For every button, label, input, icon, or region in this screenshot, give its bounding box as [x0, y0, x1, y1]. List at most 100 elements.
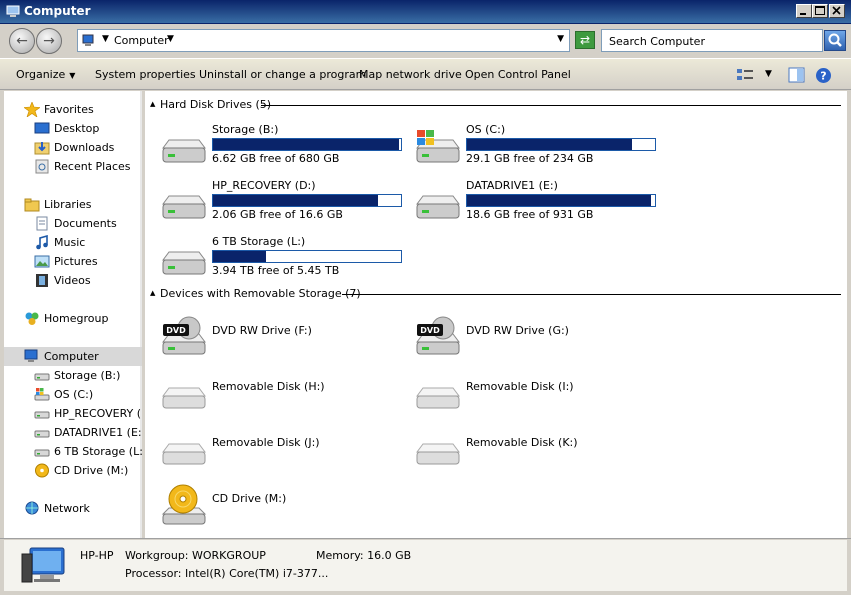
drive-name: Removable Disk (I:) [466, 380, 574, 393]
removable-disk-icon [416, 387, 460, 409]
star-icon [24, 102, 40, 117]
nav-downloads-label: Downloads [54, 141, 115, 154]
preview-pane-button[interactable] [788, 67, 805, 86]
drive-name: Removable Disk (J:) [212, 436, 320, 449]
maximize-icon [815, 6, 825, 15]
removable-disk-icon [162, 443, 206, 465]
nav-network-label: Network [44, 502, 90, 515]
drive-tile-f[interactable]: DVD DVD RW Drive (F:) [145, 310, 395, 364]
address-bar[interactable]: ▼ Computer ▼ ▼ [77, 29, 570, 52]
close-button[interactable] [829, 4, 845, 18]
nav-desktop-label: Desktop [54, 122, 100, 135]
drive-tile-j[interactable]: Removable Disk (J:) [145, 422, 395, 476]
drive-tile-e[interactable]: DATADRIVE1 (E:) 18.6 GB free of 931 GB [399, 178, 656, 232]
navigation-pane: Favorites Desktop Downloads Recent Place… [4, 91, 142, 538]
hard-drive-icon [162, 195, 206, 219]
breadcrumb-separator-icon[interactable]: ▼ [102, 34, 109, 44]
drive-name: 6 TB Storage (L:) [212, 235, 306, 248]
search-input[interactable]: Search Computer [601, 29, 823, 52]
drive-name: HP_RECOVERY (D:) [212, 179, 316, 192]
nav-libraries[interactable]: Libraries [4, 195, 142, 214]
nav-documents-label: Documents [54, 217, 117, 230]
view-dropdown-icon[interactable]: ▼ [765, 69, 772, 79]
help-button[interactable]: ? [815, 67, 832, 87]
address-row: ← → ▼ Computer ▼ ▼ ⇄ Search Computer [0, 24, 851, 58]
address-dropdown-icon[interactable]: ▼ [557, 34, 564, 44]
breadcrumb-computer[interactable]: Computer [114, 34, 169, 47]
cd-drive-icon [35, 463, 49, 478]
nav-computer[interactable]: Computer [4, 347, 142, 366]
maximize-button[interactable] [812, 4, 828, 18]
free-space: 6.62 GB free of 680 GB [212, 152, 340, 165]
nav-pictures[interactable]: Pictures [4, 252, 142, 271]
nav-drive-c[interactable]: OS (C:) [4, 385, 142, 404]
hard-drive-icon [34, 373, 50, 381]
back-button[interactable]: ← [9, 28, 35, 54]
drive-tile-k[interactable]: Removable Disk (K:) [399, 422, 649, 476]
usage-bar [466, 138, 656, 151]
os-drive-icon [34, 388, 50, 401]
group-header-hard-disks[interactable]: ▲ Hard Disk Drives (5) [145, 97, 847, 113]
nav-drive-l[interactable]: 6 TB Storage (L:) [4, 442, 142, 461]
group-divider [261, 105, 841, 106]
drive-tile-b[interactable]: Storage (B:) 6.62 GB free of 680 GB [145, 122, 402, 176]
drive-tile-i[interactable]: Removable Disk (I:) [399, 366, 649, 420]
computer-icon [6, 5, 20, 17]
nav-recent-places-label: Recent Places [54, 160, 131, 173]
details-pane: HP-HP Workgroup: WORKGROUP Memory: 16.0 … [4, 540, 847, 591]
nav-recent-places[interactable]: Recent Places [4, 157, 142, 176]
nav-desktop[interactable]: Desktop [4, 119, 142, 138]
drive-tile-l[interactable]: 6 TB Storage (L:) 3.94 TB free of 5.45 T… [145, 234, 402, 288]
drive-tile-d[interactable]: HP_RECOVERY (D:) 2.06 GB free of 16.6 GB [145, 178, 402, 232]
nav-drive-m[interactable]: CD Drive (M:) [4, 461, 142, 480]
nav-drive-l-label: 6 TB Storage (L:) [54, 445, 142, 458]
svg-text:?: ? [820, 70, 826, 83]
pictures-icon [34, 255, 50, 268]
minimize-button[interactable] [796, 4, 812, 18]
forward-button[interactable]: → [36, 28, 62, 54]
drive-name: CD Drive (M:) [212, 492, 287, 505]
uninstall-program-button[interactable]: Uninstall or change a program [199, 68, 366, 81]
group-header-removable[interactable]: ▲ Devices with Removable Storage (7) [145, 286, 847, 302]
nav-homegroup-label: Homegroup [44, 312, 109, 325]
change-view-button[interactable] [736, 67, 754, 86]
search-icon [828, 33, 842, 47]
processor: Processor: Intel(R) Core(TM) i7-377... [125, 567, 329, 580]
hard-drive-icon [34, 430, 50, 438]
nav-homegroup[interactable]: Homegroup [4, 309, 142, 328]
organize-menu[interactable]: Organize ▼ [16, 68, 75, 81]
system-properties-button[interactable]: System properties [95, 68, 196, 81]
drive-tile-m[interactable]: CD Drive (M:) [145, 478, 395, 532]
nav-libraries-label: Libraries [44, 198, 92, 211]
minimize-icon [800, 13, 806, 15]
drive-tile-g[interactable]: DVD DVD RW Drive (G:) [399, 310, 649, 364]
nav-documents[interactable]: Documents [4, 214, 142, 233]
nav-drive-e[interactable]: DATADRIVE1 (E:) [4, 423, 142, 442]
nav-music[interactable]: Music [4, 233, 142, 252]
nav-drive-d[interactable]: HP_RECOVERY (D [4, 404, 142, 423]
refresh-button[interactable]: ⇄ [575, 31, 595, 49]
cd-drive-icon [161, 484, 207, 525]
title-bar: Computer [0, 0, 851, 24]
nav-computer-label: Computer [44, 350, 99, 363]
search-button[interactable] [824, 30, 846, 51]
map-network-drive-button[interactable]: Map network drive [359, 68, 462, 81]
nav-favorites[interactable]: Favorites [4, 100, 142, 119]
nav-videos[interactable]: Videos [4, 271, 142, 290]
drive-tile-h[interactable]: Removable Disk (H:) [145, 366, 395, 420]
nav-network[interactable]: Network [4, 499, 142, 518]
hard-drive-icon [34, 411, 50, 419]
collapse-icon: ▲ [150, 100, 156, 108]
search-placeholder: Search Computer [609, 35, 705, 48]
nav-downloads[interactable]: Downloads [4, 138, 142, 157]
group-divider [342, 294, 841, 295]
workgroup: Workgroup: WORKGROUP [125, 549, 266, 562]
breadcrumb-chevron-icon[interactable]: ▼ [167, 34, 174, 44]
homegroup-icon [25, 312, 39, 325]
drive-tile-c[interactable]: OS (C:) 29.1 GB free of 234 GB [399, 122, 656, 176]
back-arrow-icon: ← [16, 33, 28, 49]
open-control-panel-button[interactable]: Open Control Panel [465, 68, 571, 81]
drive-name: DVD RW Drive (G:) [466, 324, 569, 337]
nav-drive-b[interactable]: Storage (B:) [4, 366, 142, 385]
help-icon: ? [816, 68, 831, 83]
